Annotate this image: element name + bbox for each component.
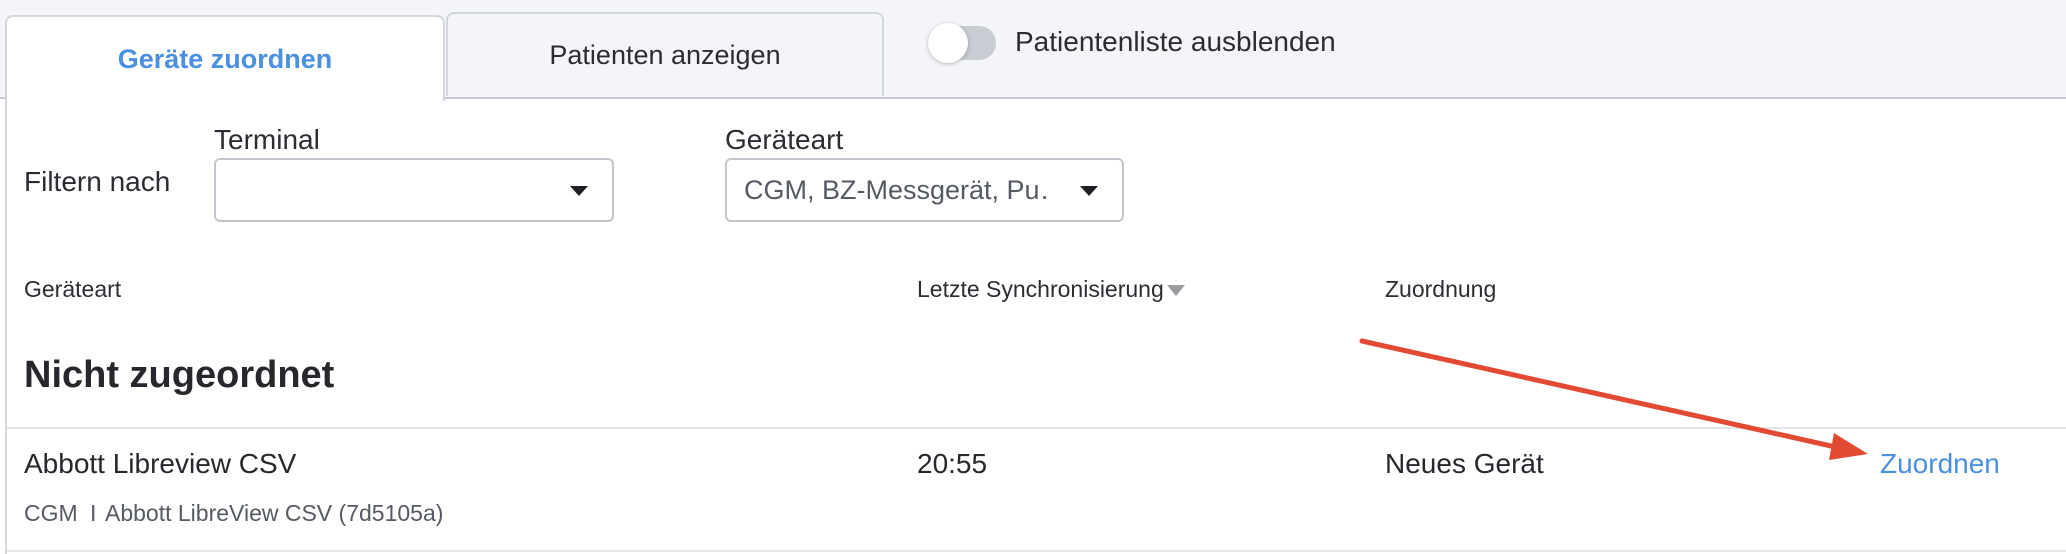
terminal-select[interactable] bbox=[214, 158, 614, 222]
terminal-label: Terminal bbox=[214, 124, 320, 155]
device-name: Abbott Libreview CSV bbox=[24, 448, 297, 479]
column-header-last-sync-label: Letzte Synchronisierung bbox=[917, 276, 1164, 302]
device-type-label: Geräteart bbox=[725, 124, 844, 155]
assign-link[interactable]: Zuordnen bbox=[1880, 448, 2000, 480]
device-sub-separator: I bbox=[90, 500, 97, 526]
column-header-last-sync[interactable]: Letzte Synchronisierung bbox=[917, 276, 1185, 303]
last-sync-time: 20:55 bbox=[917, 448, 988, 479]
caret-down-icon bbox=[1080, 186, 1098, 196]
filter-by-label: Filtern nach bbox=[24, 166, 171, 197]
tab-assign-devices[interactable]: Geräte zuordnen bbox=[5, 15, 445, 101]
assignment-status: Neues Gerät bbox=[1385, 448, 1544, 479]
tab-show-patients[interactable]: Patienten anzeigen bbox=[446, 12, 884, 96]
row-divider bbox=[7, 427, 2066, 429]
column-header-assignment[interactable]: Zuordnung bbox=[1385, 276, 1496, 303]
row-divider bbox=[7, 550, 2066, 552]
device-sub-type: CGM bbox=[24, 500, 78, 526]
section-title-unassigned: Nicht zugeordnet bbox=[24, 354, 335, 396]
caret-down-icon bbox=[570, 186, 588, 196]
content-left-border bbox=[5, 99, 7, 554]
column-header-device-type[interactable]: Geräteart bbox=[24, 276, 121, 303]
toggle-knob[interactable] bbox=[928, 23, 968, 63]
device-type-select[interactable]: CGM, BZ-Messgerät, Pu… bbox=[725, 158, 1124, 222]
sort-descending-icon bbox=[1166, 285, 1185, 297]
tab-show-patients-label: Patienten anzeigen bbox=[549, 39, 781, 70]
tab-assign-devices-label: Geräte zuordnen bbox=[117, 43, 333, 74]
device-sub-detail: Abbott LibreView CSV (7d5105a) bbox=[105, 500, 444, 526]
device-type-select-value: CGM, BZ-Messgerät, Pu… bbox=[744, 174, 1047, 205]
hide-patient-list-toggle[interactable] bbox=[928, 23, 996, 63]
top-bar: Geräte zuordnen Patienten anzeigen Patie… bbox=[0, 0, 2066, 101]
hide-patient-list-label: Patientenliste ausblenden bbox=[1015, 26, 1336, 57]
